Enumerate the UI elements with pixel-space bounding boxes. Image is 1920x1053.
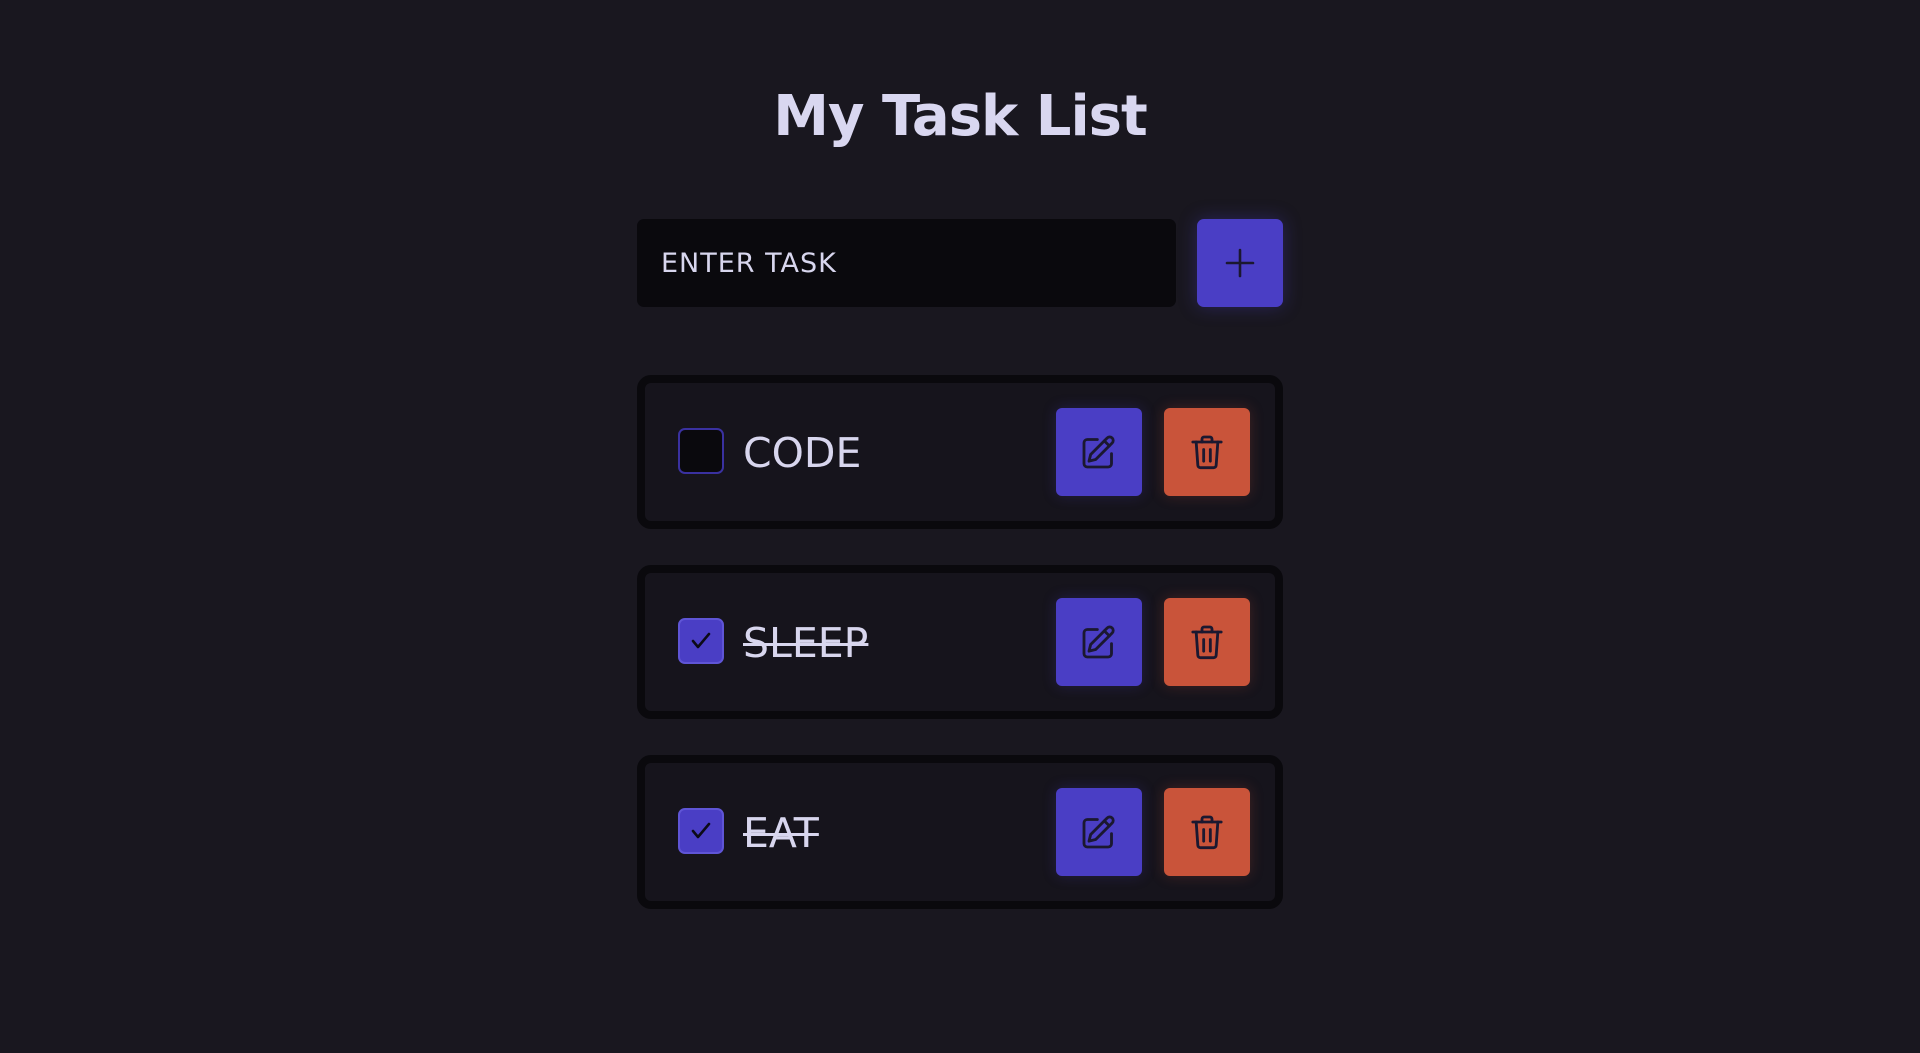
delete-task-button[interactable] (1164, 788, 1250, 876)
task-label: CODE (743, 429, 862, 477)
add-task-form (637, 219, 1283, 307)
task-item-eat: EAT (637, 755, 1283, 909)
plus-icon (1225, 248, 1255, 278)
trash-icon (1191, 435, 1223, 470)
task-label: EAT (743, 809, 819, 857)
edit-task-button[interactable] (1056, 408, 1142, 496)
task-checkbox[interactable] (678, 618, 724, 664)
task-label: SLEEP (743, 619, 869, 667)
checkmark-icon (691, 822, 711, 839)
task-item-sleep: SLEEP (637, 565, 1283, 719)
delete-task-button[interactable] (1164, 598, 1250, 686)
trash-icon (1191, 815, 1223, 850)
pencil-square-icon (1082, 625, 1115, 659)
task-item-code: CODE (637, 375, 1283, 529)
task-checkbox[interactable] (678, 428, 724, 474)
pencil-square-icon (1082, 435, 1115, 469)
delete-task-button[interactable] (1164, 408, 1250, 496)
add-task-button[interactable] (1197, 219, 1283, 307)
task-input[interactable] (637, 219, 1176, 307)
task-checkbox[interactable] (678, 808, 724, 854)
checkmark-icon (691, 632, 711, 649)
pencil-square-icon (1082, 815, 1115, 849)
edit-task-button[interactable] (1056, 598, 1142, 686)
edit-task-button[interactable] (1056, 788, 1142, 876)
trash-icon (1191, 625, 1223, 660)
page-title: My Task List (773, 84, 1148, 149)
